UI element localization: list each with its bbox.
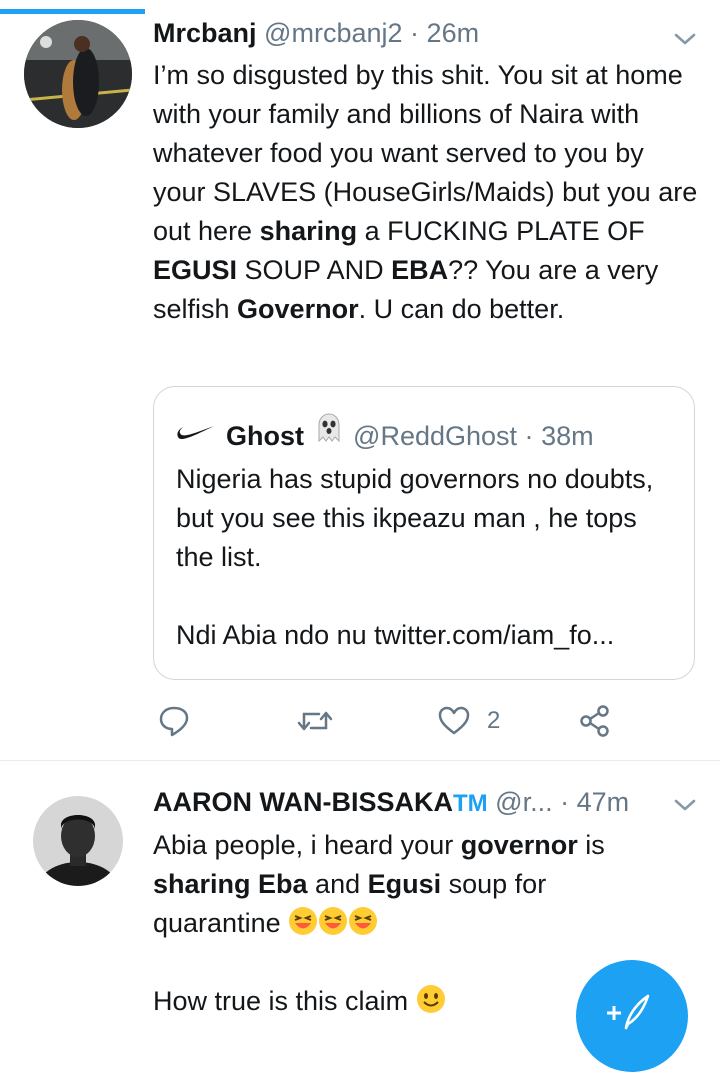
tweet-text: I’m so disgusted by this shit. You sit a… <box>153 60 698 324</box>
tweet-actions: 2 <box>0 700 720 744</box>
retweet-button[interactable] <box>297 704 333 738</box>
avatar[interactable] <box>33 796 123 886</box>
reply-icon <box>159 706 189 737</box>
nike-swoosh-icon <box>177 426 214 440</box>
quoted-tweet-header: Ghost @ReddGhost · 38m <box>226 411 594 452</box>
ghost-emoji <box>318 413 340 443</box>
timestamp[interactable]: 26m <box>427 18 480 49</box>
display-name[interactable]: Mrcbanj <box>153 18 257 49</box>
reply-button[interactable] <box>157 704 191 738</box>
like-button[interactable]: 2 <box>437 704 500 738</box>
smiling-face-emoji <box>416 985 445 1013</box>
user-handle[interactable]: @r... <box>495 787 552 818</box>
separator-dot: · <box>560 787 570 817</box>
like-count: 2 <box>487 707 501 734</box>
user-handle[interactable]: @mrcbanj2 <box>264 18 402 49</box>
tweet-text: Abia people, i heard your governor is sh… <box>153 830 605 938</box>
grinning-squinting-face-emoji <box>289 907 318 935</box>
quoted-tweet-link-text[interactable]: Ndi Abia ndo nu twitter.com/iam_fo... <box>176 616 676 655</box>
laugh-emoji-group <box>288 907 378 938</box>
compose-tweet-button[interactable] <box>576 960 688 1072</box>
heart-icon <box>438 706 470 735</box>
avatar[interactable] <box>24 20 132 128</box>
timestamp[interactable]: 47m <box>577 787 630 818</box>
display-name[interactable]: AARON WAN-BISSAKA <box>153 787 453 818</box>
quoted-display-name: Ghost <box>226 421 304 451</box>
tweet-header: AARON WAN-BISSAKA TM @r... · 47m <box>153 787 629 818</box>
share-icon <box>580 705 609 737</box>
quoted-tweet-text: Nigeria has stupid governors no doubts, … <box>176 464 654 572</box>
retweet-icon <box>297 711 333 731</box>
separator-dot: · <box>410 18 420 48</box>
chevron-down-icon[interactable] <box>673 27 697 51</box>
grinning-squinting-face-emoji <box>319 907 348 935</box>
chevron-down-icon[interactable] <box>673 793 697 817</box>
quoted-user-handle: @ReddGhost <box>353 421 518 451</box>
separator-dot: · <box>524 421 534 451</box>
name-suffix: TM <box>453 790 488 817</box>
share-button[interactable] <box>578 704 612 738</box>
quoted-timestamp: 38m <box>541 421 594 451</box>
grinning-squinting-face-emoji <box>349 907 378 935</box>
tweet-header: Mrcbanj @mrcbanj2 · 26m <box>153 18 479 49</box>
quoted-tweet[interactable]: Ghost @ReddGhost · 38m Nigeria has stupi… <box>153 386 695 680</box>
tweet-mrcbanj[interactable]: Mrcbanj @mrcbanj2 · 26m I’m so disgusted… <box>0 0 720 760</box>
compose-tweet-icon <box>607 994 650 1030</box>
